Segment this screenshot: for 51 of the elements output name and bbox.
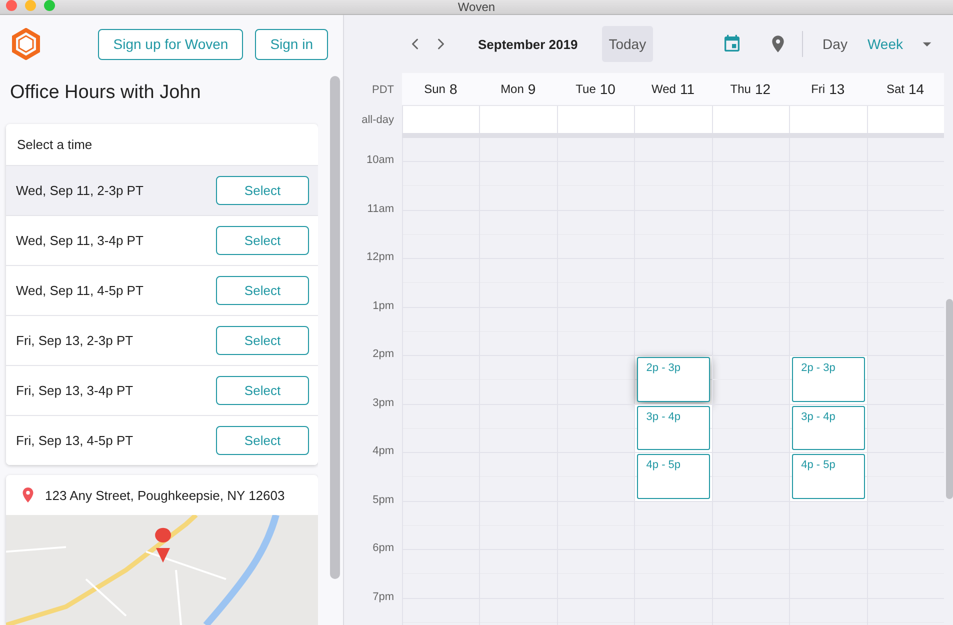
select-button[interactable]: Select	[216, 226, 309, 255]
scrollbar-thumb[interactable]	[330, 76, 340, 579]
day-header: Thu 12	[712, 73, 790, 106]
view-tab[interactable]: Week	[859, 32, 911, 56]
available-slot[interactable]: 3p - 4p	[792, 406, 865, 450]
slot-label: Wed, Sep 11, 3-4p PT	[16, 233, 144, 248]
slot-label: Fri, Sep 13, 4-5p PT	[16, 433, 134, 448]
available-slot[interactable]: 2p - 3p	[637, 357, 710, 402]
slot-label: Wed, Sep 11, 4-5p PT	[16, 283, 144, 298]
hour-label: 11am	[367, 202, 395, 216]
hour-label: 10am	[366, 154, 395, 168]
all-day-label: all-day	[362, 114, 395, 126]
hour-label: 3pm	[372, 396, 395, 410]
auth-button[interactable]: Sign up for Woven	[98, 28, 244, 60]
select-button[interactable]: Select	[216, 176, 309, 205]
hour-label: 1pm	[372, 300, 395, 314]
hour-label: 4pm	[372, 445, 395, 459]
select-button[interactable]: Select	[216, 276, 309, 305]
logo-icon	[10, 28, 42, 60]
select-button[interactable]: Select	[216, 376, 309, 405]
page-title: Office Hours with John	[10, 82, 202, 104]
close-icon[interactable]	[6, 0, 17, 11]
slot-label: Fri, Sep 13, 3-4p PT	[16, 383, 134, 398]
day-header: Sat 14	[866, 73, 944, 106]
address-text: 123 Any Street, Poughkeepsie, NY 12603	[45, 488, 285, 502]
day-header: Mon 9	[479, 73, 557, 106]
view-tab[interactable]: Day	[814, 32, 856, 56]
select-button[interactable]: Select	[216, 326, 309, 355]
available-slot[interactable]: 4p - 5p	[792, 454, 865, 498]
hour-label: 6pm	[372, 542, 395, 556]
available-slot[interactable]: 3p - 4p	[637, 406, 710, 450]
day-header: Wed 11	[634, 73, 712, 106]
hour-label: 12pm	[366, 251, 395, 265]
day-header: Fri 13	[789, 73, 867, 106]
hour-label: 5pm	[372, 494, 395, 508]
available-slot[interactable]: 2p - 3p	[792, 357, 865, 402]
timezone-label: PDT	[372, 84, 395, 96]
auth-button[interactable]: Sign in	[255, 28, 328, 60]
hour-label: 2pm	[372, 348, 395, 362]
day-header: Tue 10	[556, 73, 634, 106]
scrollbar-thumb[interactable]	[946, 299, 953, 499]
select-button[interactable]: Select	[216, 426, 309, 455]
window-title: Woven	[458, 1, 496, 13]
zoom-icon[interactable]	[44, 0, 55, 11]
hour-label: 7pm	[372, 590, 395, 604]
day-header: Sun 8	[402, 73, 480, 106]
available-slot[interactable]: 4p - 5p	[637, 454, 710, 498]
slot-label: Wed, Sep 11, 2-3p PT	[16, 183, 144, 198]
month-label: September 2019	[478, 36, 578, 52]
slot-label: Fri, Sep 13, 2-3p PT	[16, 333, 134, 348]
today-button[interactable]: Today	[602, 26, 654, 62]
